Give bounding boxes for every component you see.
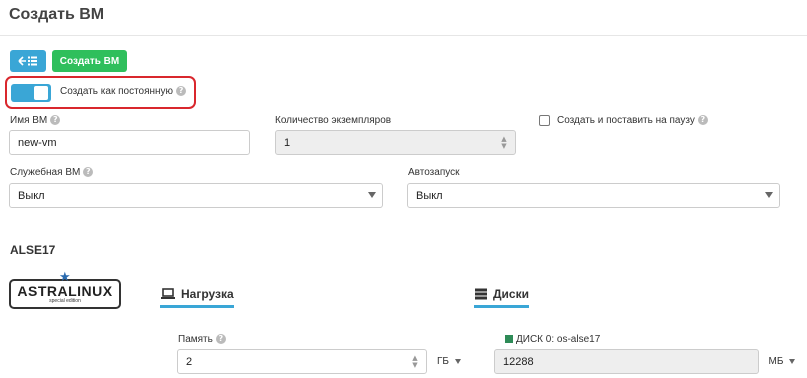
vm-name-value: new-vm	[18, 136, 57, 149]
help-icon[interactable]: ?	[83, 167, 94, 178]
disk-size-input[interactable]: 12288	[494, 349, 759, 374]
back-button[interactable]	[10, 50, 46, 72]
service-vm-select[interactable]: Выкл	[9, 183, 383, 208]
pause-checkbox[interactable]	[539, 115, 550, 126]
disk-label-text: ДИСК 0: os-alse17	[516, 334, 601, 345]
vm-name-input[interactable]: new-vm	[9, 130, 250, 155]
memory-unit-select[interactable]: ГБ	[430, 349, 468, 374]
tab-disks-label: Диски	[493, 287, 529, 301]
instances-value: 1	[284, 136, 291, 149]
create-vm-button[interactable]: Создать ВМ	[52, 50, 127, 72]
memory-value: 2	[186, 355, 193, 368]
chevron-down-icon	[765, 192, 773, 198]
spinner-icon[interactable]: ▲ ▼	[410, 355, 420, 369]
server-stack-icon	[475, 288, 487, 300]
help-icon[interactable]: ?	[215, 334, 226, 345]
pause-label: Создать и поставить на паузу?	[557, 115, 708, 126]
help-icon[interactable]: ?	[50, 115, 61, 126]
star-icon: ★	[59, 270, 71, 285]
toggle-knob	[34, 86, 48, 100]
instances-label: Количество экземпляров	[275, 115, 392, 126]
disk-size-value: 12288	[503, 355, 534, 368]
instances-input[interactable]: 1 ▲ ▼	[275, 130, 516, 155]
chevron-down-icon	[454, 359, 461, 364]
disk-unit-select[interactable]: МБ	[761, 349, 803, 374]
pause-label-text: Создать и поставить на паузу	[557, 115, 695, 126]
memory-unit: ГБ	[437, 356, 449, 367]
vm-name-label-text: Имя ВМ	[10, 115, 48, 126]
page-title: Создать ВМ	[9, 6, 105, 23]
spinner-icon[interactable]: ▲ ▼	[499, 136, 509, 150]
logo-brand: ASTRALINUX	[17, 283, 113, 299]
persistent-label: Создать как постоянную?	[60, 86, 187, 97]
autostart-select[interactable]: Выкл	[407, 183, 780, 208]
vm-name-label: Имя ВМ?	[10, 115, 61, 126]
service-vm-label: Служебная ВМ?	[10, 167, 94, 178]
tab-workload[interactable]: Нагрузка	[160, 287, 234, 308]
help-icon[interactable]: ?	[176, 86, 187, 97]
back-list-icon	[18, 56, 37, 66]
persistent-label-text: Создать как постоянную	[60, 86, 174, 97]
disk-status-icon	[505, 335, 513, 344]
help-icon[interactable]: ?	[697, 115, 708, 126]
tab-disks[interactable]: Диски	[474, 287, 529, 308]
tab-workload-label: Нагрузка	[181, 287, 234, 301]
template-name: ALSE17	[10, 243, 56, 257]
persistent-toggle[interactable]	[11, 84, 51, 102]
chevron-down-icon	[368, 192, 376, 198]
laptop-icon	[161, 288, 175, 299]
chevron-down-icon	[789, 359, 796, 364]
service-vm-value: Выкл	[18, 189, 45, 202]
disk-label: ДИСК 0: os-alse17	[505, 334, 600, 345]
memory-input[interactable]: 2 ▲ ▼	[177, 349, 427, 374]
disk-unit: МБ	[768, 356, 784, 367]
service-vm-label-text: Служебная ВМ	[10, 167, 81, 178]
autostart-label: Автозапуск	[408, 167, 460, 178]
memory-label-text: Память	[178, 334, 213, 345]
title-divider	[0, 35, 807, 36]
memory-label: Память?	[178, 334, 226, 345]
autostart-value: Выкл	[416, 189, 443, 202]
logo-subtext: special edition	[49, 298, 81, 304]
